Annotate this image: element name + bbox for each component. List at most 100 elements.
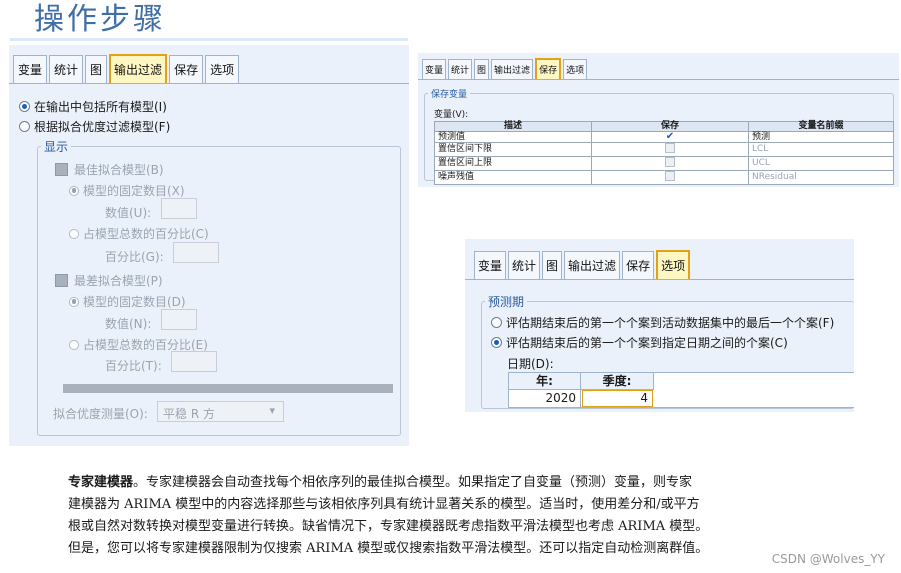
option-label: 评估期结束后的第一个个案到指定日期之间的个案(C): [506, 336, 788, 350]
worst-number-input[interactable]: [161, 309, 197, 330]
title-divider: [10, 38, 408, 41]
best-fixed-number-option[interactable]: 模型的固定数目(X): [69, 182, 185, 199]
row-description: 预测值: [434, 131, 592, 143]
checkbox-icon[interactable]: [55, 163, 68, 176]
tab-statistics[interactable]: 统计: [49, 55, 84, 83]
year-input[interactable]: 2020: [509, 390, 581, 407]
chevron-down-icon: ▾: [269, 404, 275, 417]
quarter-input[interactable]: 4: [582, 390, 653, 407]
tab-plots[interactable]: 图: [542, 251, 563, 279]
radio-unselected-icon[interactable]: [491, 317, 502, 328]
watermark: CSDN @Wolves_YY: [771, 552, 885, 566]
radio-selected-icon[interactable]: [19, 101, 30, 112]
paragraph-line-4: 但是，您可以将专家建模器限制为仅搜索 ARIMA 模型或仅搜索指数平滑法模型。还…: [68, 541, 709, 556]
worst-percent-input[interactable]: [171, 351, 217, 372]
row-description: 噪声残值: [434, 170, 592, 185]
table-row[interactable]: 预测值 ✔ 预测: [434, 131, 894, 143]
tab-statistics[interactable]: 统计: [508, 251, 541, 279]
description-paragraph: 专家建模器。专家建模器会自动查找每个相依序列的最佳拟合模型。如果指定了自变量（预…: [68, 472, 828, 560]
row-prefix[interactable]: UCL: [748, 156, 894, 171]
tab-label: 变量: [425, 66, 444, 76]
option-label: 占模型总数的百分比(C): [83, 227, 209, 241]
row-prefix[interactable]: LCL: [748, 142, 894, 157]
save-checkbox[interactable]: ✔: [591, 131, 749, 143]
table-row[interactable]: 置信区间下限 LCL: [434, 142, 894, 157]
tab-save[interactable]: 保存: [622, 251, 655, 279]
tab-label: 统计: [512, 259, 537, 273]
forecast-group-label: 预测期: [485, 293, 528, 310]
tab-options[interactable]: 选项: [656, 250, 691, 279]
tab-variables[interactable]: 变量: [474, 251, 507, 279]
radio-selected-icon[interactable]: [69, 185, 79, 196]
forecast-second-option[interactable]: 评估期结束后的第一个个案到指定日期之间的个案(C): [491, 334, 788, 351]
worst-fit-checkbox[interactable]: 最差拟合模型(P): [55, 272, 163, 289]
checkbox-icon[interactable]: [55, 274, 68, 287]
tab-options[interactable]: 选项: [205, 55, 240, 83]
tab-options[interactable]: 选项: [563, 59, 588, 79]
paragraph-line-3: 根或自然对数转换对模型变量进行转换。缺省情况下，专家建模器既考虑指数平滑法模型也…: [68, 519, 709, 534]
radio-selected-icon[interactable]: [491, 337, 502, 348]
options-tabs: 变量 统计 图 输出过滤 保存 选项: [474, 250, 692, 279]
tab-label: 保存: [174, 63, 199, 77]
best-percent-input[interactable]: [173, 242, 219, 263]
tab-plots[interactable]: 图: [85, 55, 108, 83]
tab-output-filter[interactable]: 输出过滤: [109, 54, 168, 83]
filter-fit-option[interactable]: 根据拟合优度过滤模型(F): [19, 118, 170, 135]
best-fit-checkbox[interactable]: 最佳拟合模型(B): [55, 161, 164, 178]
radio-unselected-icon[interactable]: [19, 121, 30, 132]
tab-save[interactable]: 保存: [169, 55, 204, 83]
option-label: 模型的固定数目(X): [83, 184, 185, 198]
tab-label: 输出过滤: [494, 66, 531, 76]
tab-output-filter[interactable]: 输出过滤: [491, 59, 534, 79]
save-checkbox[interactable]: [591, 156, 749, 171]
paragraph-text: 。专家建模器会自动查找每个相依序列的最佳拟合模型。如果指定了自变量（预测）变量，…: [133, 475, 693, 490]
save-checkbox[interactable]: [591, 170, 749, 185]
tab-label: 变量: [18, 63, 43, 77]
year-header: 年:: [509, 373, 581, 390]
worst-fixed-number-option[interactable]: 模型的固定数目(D): [69, 293, 186, 310]
tab-save[interactable]: 保存: [535, 58, 562, 79]
best-percent-option[interactable]: 占模型总数的百分比(C): [69, 225, 209, 242]
tab-plots[interactable]: 图: [474, 59, 490, 79]
include-all-option[interactable]: 在输出中包括所有模型(I): [19, 98, 167, 115]
scrollbar[interactable]: [63, 384, 393, 393]
best-number-input[interactable]: [161, 198, 197, 219]
tab-label: 图: [90, 63, 103, 77]
option-label: 在输出中包括所有模型(I): [34, 100, 167, 114]
save-tabs: 变量 统计 图 输出过滤 保存 选项: [422, 58, 589, 79]
output-filter-dialog: 变量 统计 图 输出过滤 保存 选项 在输出中包括所有模型(I) 根据拟合优度过…: [9, 45, 409, 446]
display-group-label: 显示: [41, 138, 72, 155]
fit-measure-select[interactable]: 平稳 R 方 ▾: [157, 401, 284, 422]
radio-unselected-icon[interactable]: [69, 228, 79, 239]
tab-variables[interactable]: 变量: [422, 59, 447, 79]
radio-unselected-icon[interactable]: [69, 339, 79, 350]
radio-selected-icon[interactable]: [69, 296, 79, 307]
tab-output-filter[interactable]: 输出过滤: [564, 251, 621, 279]
save-checkbox[interactable]: [591, 142, 749, 157]
row-prefix[interactable]: 预测: [748, 131, 894, 143]
option-label: 评估期结束后的第一个个案到活动数据集中的最后一个个案(F): [506, 316, 835, 330]
variables-label: 变量(V):: [434, 110, 469, 120]
checkbox-label: 最佳拟合模型(B): [74, 163, 164, 177]
table-row[interactable]: 置信区间上限 UCL: [434, 156, 894, 171]
tab-label: 输出过滤: [568, 259, 617, 273]
tab-label: 保存: [626, 259, 651, 273]
options-dialog: 变量 统计 图 输出过滤 保存 选项 预测期 评估期结束后的第一个个案到活动数据…: [465, 239, 854, 412]
tab-label: 统计: [451, 66, 470, 76]
table-header-row: 描述 保存 变量名前缀: [434, 121, 894, 132]
worst-number-label: 数值(N):: [105, 317, 152, 331]
tab-variables[interactable]: 变量: [13, 55, 48, 83]
tab-label: 选项: [210, 63, 235, 77]
forecast-first-option[interactable]: 评估期结束后的第一个个案到活动数据集中的最后一个个案(F): [491, 314, 834, 331]
tab-statistics[interactable]: 统计: [448, 59, 473, 79]
checkbox-icon: [665, 157, 675, 167]
output-filter-tabs: 变量 统计 图 输出过滤 保存 选项: [13, 54, 241, 83]
date-grid: 年: 季度: 2020 4: [508, 372, 854, 408]
tab-label: 保存: [539, 66, 558, 76]
save-group-label: 保存变量: [428, 87, 471, 100]
checkbox-icon: [665, 143, 675, 153]
quarter-header: 季度:: [581, 373, 654, 390]
fit-measure-label: 拟合优度测量(O):: [53, 407, 148, 421]
row-prefix[interactable]: NResidual: [748, 170, 894, 185]
table-row[interactable]: 噪声残值 NResidual: [434, 170, 894, 185]
